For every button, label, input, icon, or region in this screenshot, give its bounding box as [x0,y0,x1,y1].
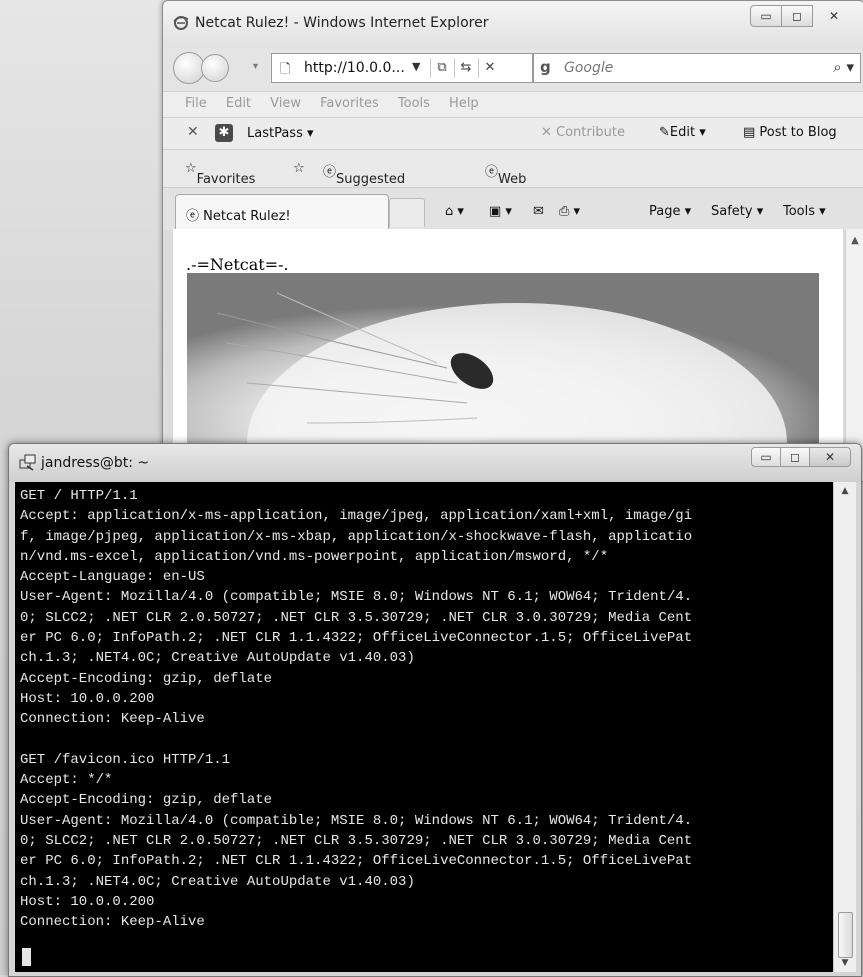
safety-menu[interactable]: Safety ▾ [711,204,763,219]
tab-row: ⓔ Netcat Rulez! ⌂ ▾ ▣ ▾ ✉ ⎙ ▾ Page ▾ Saf… [163,187,863,230]
menu-view[interactable]: View [270,96,301,111]
page-heading: .-=Netcat=-. [186,255,289,274]
home-icon[interactable]: ⌂ ▾ [445,204,464,219]
print-icon[interactable]: ⎙ ▾ [559,204,580,219]
add-favorite-icon[interactable]: ☆ [293,161,305,176]
search-box[interactable]: g Google ⌕ ▾ [533,53,861,83]
terminal-line: User-Agent: Mozilla/4.0 (compatible; MSI… [20,812,693,829]
forward-button[interactable] [201,54,229,82]
lastpass-icon[interactable]: ✱ [215,124,233,142]
ie-window: Netcat Rulez! - Windows Internet Explore… [162,0,863,482]
stop-icon[interactable]: ✕ [478,58,501,78]
terminal-line: 0; SLCC2; .NET CLR 2.0.50727; .NET CLR 3… [20,609,693,626]
terminal-line: Host: 10.0.0.200 [20,690,155,707]
terminal-line: GET /favicon.ico HTTP/1.1 [20,751,231,768]
terminal-line: Connection: Keep-Alive [20,711,205,728]
terminal-line: n/vnd.ms-excel, application/vnd.ms-power… [20,548,609,565]
feeds-icon[interactable]: ▣ ▾ [489,204,512,219]
lastpass-menu[interactable]: LastPass ▾ [247,126,314,141]
terminal-line: Connection: Keep-Alive [20,914,205,931]
post-to-blog-button[interactable]: ▤ Post to Blog [743,125,837,140]
post-to-blog-label: Post to Blog [759,125,837,140]
page-icon: 🗋 [280,62,291,77]
lastpass-toolbar: ✕ ✱ LastPass ▾ ✕ Contribute ✎Edit ▾ ▤ Po… [163,117,863,150]
contribute-label: Contribute [556,125,625,140]
address-bar-row: ▾ 🗋 http://10.0.0... ▼ ⧉ ⇆ ✕ g Google ⌕ … [163,47,863,91]
terminal-line: Accept-Language: en-US [20,569,205,586]
compatibility-view-icon[interactable]: ⧉ [430,58,453,78]
favorites-button[interactable]: ☆ Favorites [185,161,255,187]
tools-menu[interactable]: Tools ▾ [783,204,826,219]
page-menu[interactable]: Page ▾ [649,204,691,219]
web-slice-gallery-button[interactable]: ⓔ Web Slice Gallery ▾ [485,161,544,232]
putty-caption-buttons: ▭ ◻ ✕ [751,447,851,467]
address-input[interactable]: http://10.0.0... [304,60,405,76]
favorites-label: Favorites [196,172,256,187]
putty-minimize-button[interactable]: ▭ [751,447,781,467]
terminal-text: GET / HTTP/1.1 Accept: application/x-ms-a… [15,482,833,933]
scroll-down-arrow-icon[interactable]: ▼ [834,958,856,968]
terminal-line: ch.1.3; .NET4.0C; Creative AutoUpdate v1… [20,650,415,667]
terminal-output[interactable]: GET / HTTP/1.1 Accept: application/x-ms-a… [15,482,833,972]
scroll-up-icon[interactable]: ▲ [846,235,863,246]
minimize-button[interactable]: ▭ [750,5,782,27]
terminal-line: Host: 10.0.0.200 [20,893,155,910]
ie-logo-icon [173,16,189,30]
menu-tools[interactable]: Tools [398,96,430,111]
scroll-thumb[interactable] [838,912,853,958]
terminal-line: er PC 6.0; InfoPath.2; .NET CLR 1.1.4322… [20,853,693,870]
terminal-line: GET / HTTP/1.1 [20,488,138,504]
favorites-bar: ☆ Favorites ☆ ⓔ Suggested Sites ▾ ⓔ Web … [163,149,863,232]
recent-pages-dropdown-icon[interactable]: ▾ [253,61,258,72]
putty-title-bar[interactable]: jandress@bt: ~ ▭ ◻ ✕ [9,444,861,482]
maximize-button[interactable]: ◻ [781,5,813,27]
tab-title: Netcat Rulez! [203,209,291,224]
edit-button[interactable]: ✎Edit ▾ [659,125,706,140]
address-box[interactable]: 🗋 http://10.0.0... ▼ ⧉ ⇆ ✕ [271,53,533,83]
tab-netcat[interactable]: ⓔ Netcat Rulez! [175,194,389,229]
terminal-line: 0; SLCC2; .NET CLR 2.0.50727; .NET CLR 3… [20,833,693,850]
terminal-line: Accept-Encoding: gzip, deflate [20,670,273,687]
terminal-line: Accept: */* [20,772,113,789]
terminal-scrollbar[interactable]: ▲ ▼ [833,482,856,972]
terminal-cursor [22,948,31,966]
mail-icon[interactable]: ✉ [533,204,544,219]
putty-maximize-button[interactable]: ◻ [780,447,810,467]
refresh-icon[interactable]: ⇆ [454,58,477,78]
putty-icon [19,454,36,471]
terminal-line: Accept: application/x-ms-application, im… [20,508,693,525]
menu-bar: File Edit View Favorites Tools Help [163,91,863,118]
search-provider-icon[interactable]: g [540,58,551,76]
new-tab-button[interactable] [389,198,425,227]
ie-title-bar[interactable]: Netcat Rulez! - Windows Internet Explore… [163,1,863,47]
terminal-line: er PC 6.0; InfoPath.2; .NET CLR 1.1.4322… [20,630,693,647]
putty-title: jandress@bt: ~ [41,455,150,471]
menu-file[interactable]: File [185,96,207,111]
menu-favorites[interactable]: Favorites [320,96,379,111]
contribute-button[interactable]: ✕ Contribute [541,125,625,140]
edit-label: Edit [669,125,696,140]
menu-help[interactable]: Help [449,96,479,111]
search-icon[interactable]: ⌕ ▾ [833,58,854,76]
close-toolbar-icon[interactable]: ✕ [187,124,199,140]
terminal-line: Accept-Encoding: gzip, deflate [20,792,273,809]
caption-buttons: ▭ ◻ ✕ [750,5,856,27]
suggested-sites-button[interactable]: ⓔ Suggested Sites ▾ [323,161,405,202]
tab-label: ⓔ Netcat Rulez! [186,209,291,224]
menu-edit[interactable]: Edit [226,96,251,111]
terminal-line: User-Agent: Mozilla/4.0 (compatible; MSI… [20,589,693,606]
close-button[interactable]: ✕ [812,5,856,27]
putty-close-button[interactable]: ✕ [809,447,851,467]
terminal-line: f, image/pjpeg, application/x-ms-xbap, a… [20,528,693,545]
terminal-line: ch.1.3; .NET4.0C; Creative AutoUpdate v1… [20,873,415,890]
window-title: Netcat Rulez! - Windows Internet Explore… [195,15,489,31]
putty-window: jandress@bt: ~ ▭ ◻ ✕ GET / HTTP/1.1 Accep… [8,443,862,977]
search-input[interactable]: Google [564,60,613,76]
address-dropdown-icon[interactable]: ▼ [412,60,420,73]
scroll-up-arrow-icon[interactable]: ▲ [834,486,856,496]
